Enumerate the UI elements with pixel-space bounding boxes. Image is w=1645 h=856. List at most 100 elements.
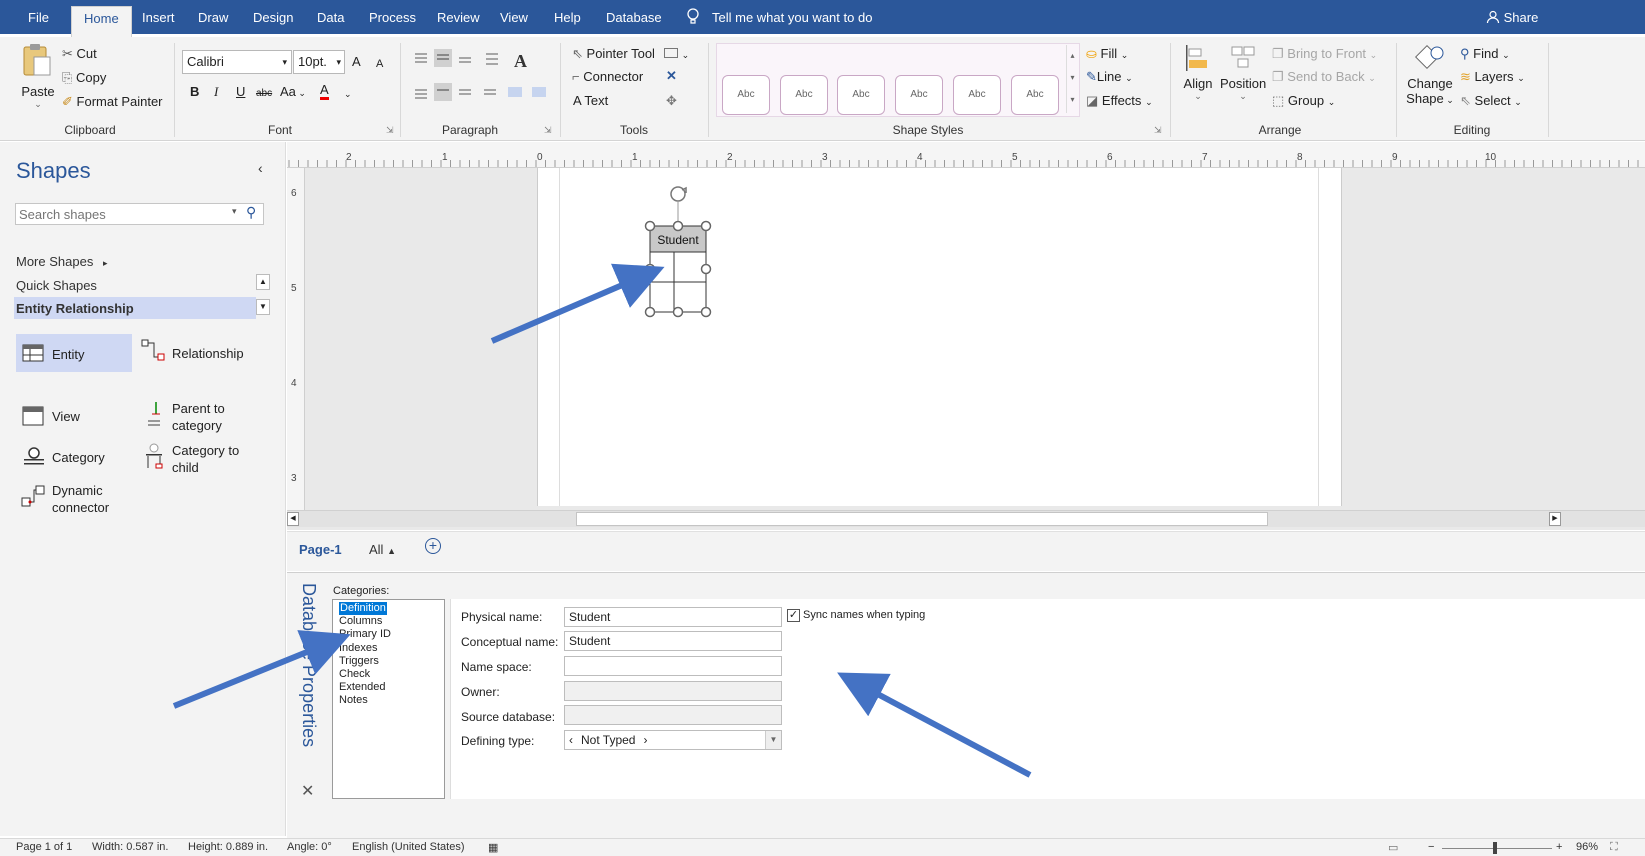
page-indicator[interactable]: Page 1 of 1 [16, 841, 72, 853]
tab-review[interactable]: Review [437, 8, 480, 36]
effects-button[interactable]: ◪ Effects ⌄ [1086, 92, 1153, 111]
zoom-in-button[interactable]: + [1556, 841, 1562, 853]
search-shapes-box[interactable]: ▾ ⚲ [15, 203, 264, 225]
rectangle-tool-button[interactable]: ⌄ [664, 45, 689, 64]
connection-point-icon[interactable]: ✥ [666, 92, 677, 110]
chevron-down-icon[interactable]: ▾ [232, 206, 237, 217]
paragraph-controls[interactable]: A [412, 47, 552, 117]
font-name-select[interactable]: Calibri ▾ [182, 50, 292, 74]
name-space-field[interactable] [564, 656, 782, 676]
bold-button[interactable]: B [190, 83, 199, 101]
student-entity-shape[interactable]: Student [638, 182, 718, 322]
tab-data[interactable]: Data [317, 8, 344, 36]
strikethrough-button[interactable]: abc [256, 85, 272, 103]
shrink-font-button[interactable]: A [376, 55, 383, 73]
tab-draw[interactable]: Draw [198, 8, 228, 36]
search-shapes-input[interactable] [16, 204, 216, 224]
fit-page-icon[interactable]: ⛶ [1610, 841, 1618, 854]
share-button[interactable]: Share [1486, 8, 1538, 36]
dialog-launcher-icon[interactable]: ⇲ [544, 121, 552, 139]
zoom-level[interactable]: 96% [1576, 841, 1598, 853]
category-item[interactable]: Triggers [339, 655, 391, 668]
category-item[interactable]: Definition [339, 602, 387, 616]
presentation-mode-icon[interactable]: ▭ [1388, 841, 1398, 854]
fill-button[interactable]: ⛀ Fill ⌄ [1086, 45, 1128, 64]
horizontal-scrollbar[interactable]: ◀ ▶ [287, 510, 1645, 527]
tab-database[interactable]: Database [606, 8, 662, 36]
tab-insert[interactable]: Insert [142, 8, 175, 36]
drawing-canvas[interactable]: 2 1 0 1 2 3 4 5 6 7 8 9 10 6 5 4 3 Stude… [287, 142, 1645, 530]
change-shape-button[interactable]: Change Shape ⌄ [1404, 43, 1456, 108]
physical-name-field[interactable]: Student [564, 607, 782, 627]
zoom-slider-track[interactable] [1442, 848, 1552, 849]
macro-record-icon[interactable]: ▦ [488, 841, 498, 854]
dialog-launcher-icon[interactable]: ⇲ [386, 121, 394, 139]
font-color-button[interactable]: A [320, 83, 329, 100]
add-page-icon[interactable]: + [425, 538, 441, 554]
defining-type-select[interactable]: ‹ Not Typed › ▼ [564, 730, 782, 750]
more-shapes-item[interactable]: More Shapes ▸ [16, 254, 107, 269]
chevron-down-icon[interactable]: ▼ [765, 731, 781, 749]
layers-button[interactable]: ≋ Layers ⌄ [1460, 68, 1525, 87]
tab-process[interactable]: Process [369, 8, 416, 36]
send-to-back-button[interactable]: ❐ Send to Back ⌄ [1272, 68, 1376, 87]
zoom-out-button[interactable]: − [1428, 841, 1434, 853]
scroll-right-button[interactable]: ▶ [1549, 512, 1561, 526]
find-button[interactable]: ⚲ Find ⌄ [1460, 45, 1510, 64]
style-swatch[interactable]: Abc [1011, 75, 1059, 115]
style-swatch[interactable]: Abc [953, 75, 1001, 115]
format-painter-button[interactable]: ✐ Format Painter [62, 93, 163, 111]
dialog-launcher-icon[interactable]: ⇲ [1154, 121, 1162, 139]
select-button[interactable]: ⇖ Select ⌄ [1460, 92, 1522, 111]
delete-connection-icon[interactable]: ✕ [666, 67, 677, 85]
category-item[interactable]: Indexes [339, 642, 391, 655]
conceptual-name-field[interactable]: Student [564, 631, 782, 651]
category-item[interactable]: Notes [339, 694, 391, 707]
style-swatch[interactable]: Abc [837, 75, 885, 115]
style-swatch[interactable]: Abc [722, 75, 770, 115]
paste-button[interactable]: Paste ⌄ [20, 43, 56, 123]
connector-button[interactable]: ⌐ Connector [572, 68, 643, 86]
shape-category-to-child[interactable]: Category to child [138, 440, 278, 476]
shape-parent-to-category[interactable]: Parent to category [138, 398, 278, 434]
tab-file[interactable]: File [28, 8, 49, 36]
stencil-header-entity-relationship[interactable]: Entity Relationship [14, 297, 256, 319]
owner-field[interactable] [564, 681, 782, 701]
category-item[interactable]: Extended [339, 681, 391, 694]
scroll-down-button[interactable]: ▼ [256, 299, 270, 315]
sync-names-checkbox[interactable]: ✓ [787, 609, 800, 622]
close-icon[interactable]: ✕ [301, 781, 314, 801]
shape-category[interactable]: Category [16, 444, 132, 474]
gallery-scroll[interactable]: ▴ ▾ ▾ [1066, 45, 1078, 113]
category-item[interactable]: Check [339, 668, 391, 681]
align-button[interactable]: Align ⌄ [1180, 43, 1216, 102]
page-tab-page-1[interactable]: Page-1 [299, 542, 342, 557]
line-button[interactable]: ✎Line ⌄ [1086, 68, 1133, 87]
grow-font-button[interactable]: A [352, 53, 361, 71]
category-item[interactable]: Columns [339, 615, 391, 628]
underline-button[interactable]: U [236, 83, 245, 101]
scroll-up-button[interactable]: ▲ [256, 274, 270, 290]
language-indicator[interactable]: English (United States) [352, 841, 465, 853]
tab-help[interactable]: Help [554, 8, 581, 36]
collapse-pane-icon[interactable]: ‹ [258, 160, 263, 176]
category-item[interactable]: Primary ID [339, 628, 391, 641]
change-case-button[interactable]: Aa ⌄ [280, 83, 306, 102]
categories-list[interactable]: Definition Columns Primary ID Indexes Tr… [332, 599, 445, 799]
tell-me-search[interactable]: Tell me what you want to do [712, 8, 872, 36]
group-button[interactable]: ⬚ Group ⌄ [1272, 92, 1335, 111]
copy-button[interactable]: ⎘ Copy [62, 69, 106, 87]
shape-view[interactable]: View [16, 400, 132, 434]
shape-dynamic-connector[interactable]: Dynamic connector [16, 480, 156, 516]
position-button[interactable]: Position ⌄ [1220, 43, 1266, 102]
cut-button[interactable]: ✂ Cut [62, 45, 97, 63]
shape-relationship[interactable]: Relationship [138, 338, 278, 370]
chevron-down-icon[interactable]: ⌄ [344, 85, 352, 103]
bring-to-front-button[interactable]: ❐ Bring to Front ⌄ [1272, 45, 1377, 64]
shape-entity[interactable]: Entity [16, 334, 132, 372]
drawing-page[interactable]: Student [537, 168, 1342, 506]
tab-design[interactable]: Design [253, 8, 293, 36]
search-icon[interactable]: ⚲ [246, 204, 256, 221]
tab-view[interactable]: View [500, 8, 528, 36]
italic-button[interactable]: I [214, 83, 218, 101]
